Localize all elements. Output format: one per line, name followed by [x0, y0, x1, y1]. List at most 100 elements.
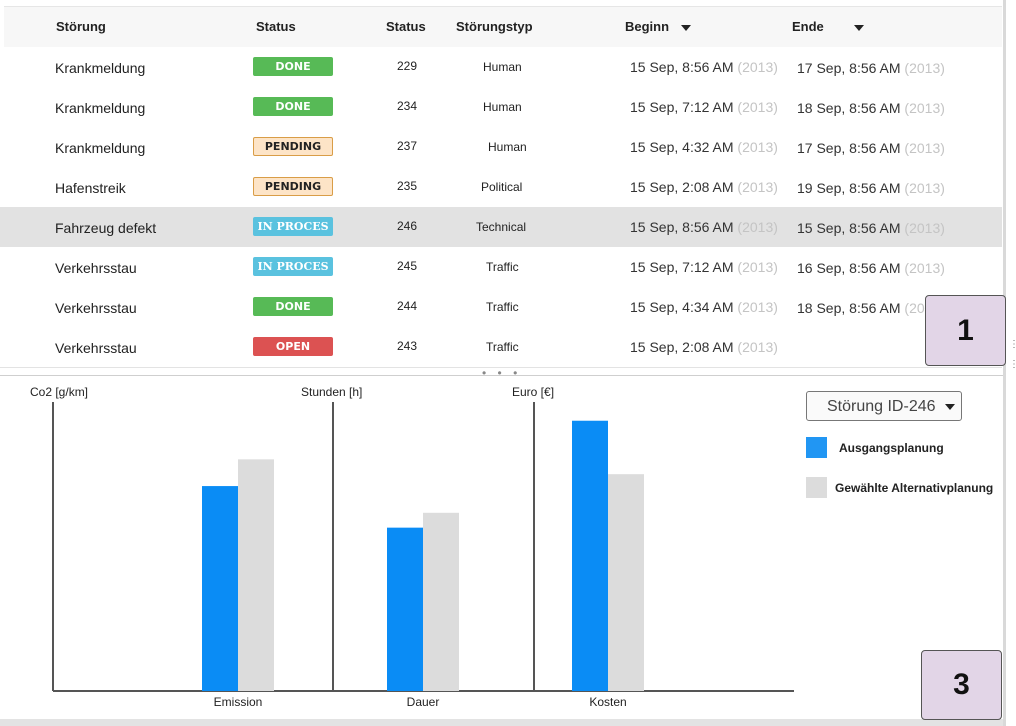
x-tick-label: Kosten: [589, 695, 626, 709]
status-badge: DONE: [253, 297, 333, 316]
row-name: Verkehrsstau: [55, 300, 137, 316]
row-begin-year: (2013): [737, 299, 778, 315]
table-row[interactable]: Verkehrsstau OPEN 243 Traffic 15 Sep, 2:08 A…: [0, 327, 1002, 368]
row-type: Traffic: [486, 300, 519, 314]
y-axis-label: Stunden [h]: [301, 385, 362, 399]
row-end: 18 Sep, 8:56 AM (20: [797, 300, 925, 316]
row-type: Technical: [476, 220, 527, 234]
row-id: 243: [397, 339, 418, 353]
row-begin-year: (2013): [737, 339, 778, 355]
row-begin: 15 Sep, 7:12 AM (2013): [630, 99, 778, 115]
y-axis-label: Co2 [g/km]: [30, 385, 88, 399]
row-begin: 15 Sep, 2:08 AM (2013): [630, 179, 778, 195]
legend-label-alternative: Gewählte Alternativplanung: [835, 481, 994, 495]
row-name: Krankmeldung: [55, 60, 146, 76]
row-name: Verkehrsstau: [55, 260, 137, 276]
incident-select[interactable]: Störung ID-246: [806, 391, 962, 421]
row-end-date: 18 Sep, 8:56 AM: [797, 300, 901, 316]
sort-end-icon[interactable]: [853, 24, 864, 31]
panel-splitter[interactable]: • • •: [0, 366, 1003, 380]
status-badge: PENDING: [253, 137, 333, 156]
row-begin-date: 15 Sep, 4:32 AM: [630, 139, 734, 155]
row-type: Human: [483, 60, 522, 74]
row-type: Political: [481, 180, 523, 194]
row-type: Human: [483, 100, 522, 114]
row-begin: 15 Sep, 4:34 AM (2013): [630, 299, 778, 315]
row-begin: 15 Sep, 2:08 AM (2013): [630, 339, 778, 355]
row-begin-year: (2013): [737, 139, 778, 155]
table-row[interactable]: Fahrzeug defekt IN PROCES 246 Technical 15 S…: [0, 207, 1002, 248]
row-end-date: 19 Sep, 8:56 AM: [797, 180, 901, 196]
annotation-marker-3: 3: [921, 650, 1002, 720]
table-row[interactable]: Hafenstreik PENDING 235 Political 15 Sep, 2:…: [0, 167, 1002, 208]
row-id: 245: [397, 259, 418, 273]
header-begin[interactable]: Beginn: [625, 19, 692, 34]
row-end-date: 18 Sep, 8:56 AM: [797, 100, 901, 116]
bar-kosten-series-1: [572, 420, 608, 691]
status-badge: IN PROCES: [253, 217, 333, 236]
bar-dauer-series-1: [387, 527, 423, 691]
row-begin-date: 15 Sep, 8:56 AM: [630, 59, 734, 75]
table-row[interactable]: Verkehrsstau IN PROCES 245 Traffic 15 Sep, 7…: [0, 247, 1002, 288]
table-row[interactable]: Krankmeldung PENDING 237 Human 15 Sep, 4:32 …: [0, 127, 1002, 168]
header-status[interactable]: Status: [256, 19, 296, 34]
row-begin: 15 Sep, 4:32 AM (2013): [630, 139, 778, 155]
row-end: 18 Sep, 8:56 AM (2013): [797, 100, 945, 116]
row-end-year: (2013): [904, 260, 945, 276]
row-begin-date: 15 Sep, 2:08 AM: [630, 339, 734, 355]
status-badge: PENDING: [253, 177, 333, 196]
row-begin-year: (2013): [737, 179, 778, 195]
row-name: Hafenstreik: [55, 180, 126, 196]
x-tick-label: Dauer: [407, 695, 440, 709]
table-row[interactable]: Krankmeldung DONE 234 Human 15 Sep, 7:12 AM …: [0, 87, 1002, 128]
sort-begin-icon[interactable]: [681, 24, 692, 31]
row-end-date: 17 Sep, 8:56 AM: [797, 140, 901, 156]
row-end-date: 15 Sep, 8:56 AM: [797, 220, 901, 236]
bar-kosten-series-2: [608, 474, 644, 691]
legend-swatch-alternative: [806, 477, 827, 498]
row-begin: 15 Sep, 8:56 AM (2013): [630, 219, 778, 235]
bar-dauer-series-2: [423, 512, 459, 691]
row-id: 246: [397, 219, 418, 233]
row-end-year: (2013): [904, 180, 945, 196]
header-end-label: Ende: [792, 19, 824, 34]
header-end[interactable]: Ende: [792, 19, 864, 34]
chevron-down-icon: [945, 404, 955, 410]
comparison-chart: Co2 [g/km] Emission Stunden [h] Dauer Euro […: [30, 385, 794, 709]
row-type: Human: [488, 140, 527, 154]
row-name: Verkehrsstau: [55, 340, 137, 356]
table-header: Störung Status Status Störungstyp Beginn…: [4, 6, 1002, 48]
row-begin-date: 15 Sep, 7:12 AM: [630, 259, 734, 275]
row-end: 16 Sep, 8:56 AM (2013): [797, 260, 945, 276]
row-id: 244: [397, 299, 418, 313]
row-id: 237: [397, 139, 418, 153]
row-end: 17 Sep, 8:56 AM (2013): [797, 60, 945, 76]
row-end-year: (2013): [904, 140, 945, 156]
header-status-id[interactable]: Status: [386, 19, 426, 34]
incident-table: Störung Status Status Störungstyp Beginn…: [0, 0, 1003, 368]
row-begin-year: (2013): [737, 259, 778, 275]
table-row[interactable]: Krankmeldung DONE 229 Human 15 Sep, 8:56 AM …: [0, 47, 1002, 88]
row-id: 234: [397, 99, 418, 113]
row-name: Krankmeldung: [55, 140, 146, 156]
x-tick-label: Emission: [214, 695, 263, 709]
row-end-date: 17 Sep, 8:56 AM: [797, 60, 901, 76]
header-begin-label: Beginn: [625, 19, 670, 34]
header-name[interactable]: Störung: [56, 19, 106, 34]
row-begin-date: 15 Sep, 2:08 AM: [630, 179, 734, 195]
row-name: Krankmeldung: [55, 100, 146, 116]
incident-select-value: Störung ID-246: [827, 398, 936, 415]
row-type: Traffic: [486, 260, 519, 274]
row-end: 17 Sep, 8:56 AM (2013): [797, 140, 945, 156]
row-end-year: (2013): [904, 60, 945, 76]
row-id: 235: [397, 179, 418, 193]
status-badge: OPEN: [253, 337, 333, 356]
row-end-date: 16 Sep, 8:56 AM: [797, 260, 901, 276]
row-begin-date: 15 Sep, 8:56 AM: [630, 219, 734, 235]
vertical-resize-handle-icon[interactable]: ⋮ ⋮: [1009, 340, 1016, 370]
header-type[interactable]: Störungstyp: [456, 19, 533, 34]
row-name: Fahrzeug defekt: [55, 220, 157, 236]
table-row[interactable]: Verkehrsstau DONE 244 Traffic 15 Sep, 4:34 A…: [0, 287, 1002, 328]
row-begin: 15 Sep, 7:12 AM (2013): [630, 259, 778, 275]
horizontal-scrollbar[interactable]: [0, 719, 1003, 726]
